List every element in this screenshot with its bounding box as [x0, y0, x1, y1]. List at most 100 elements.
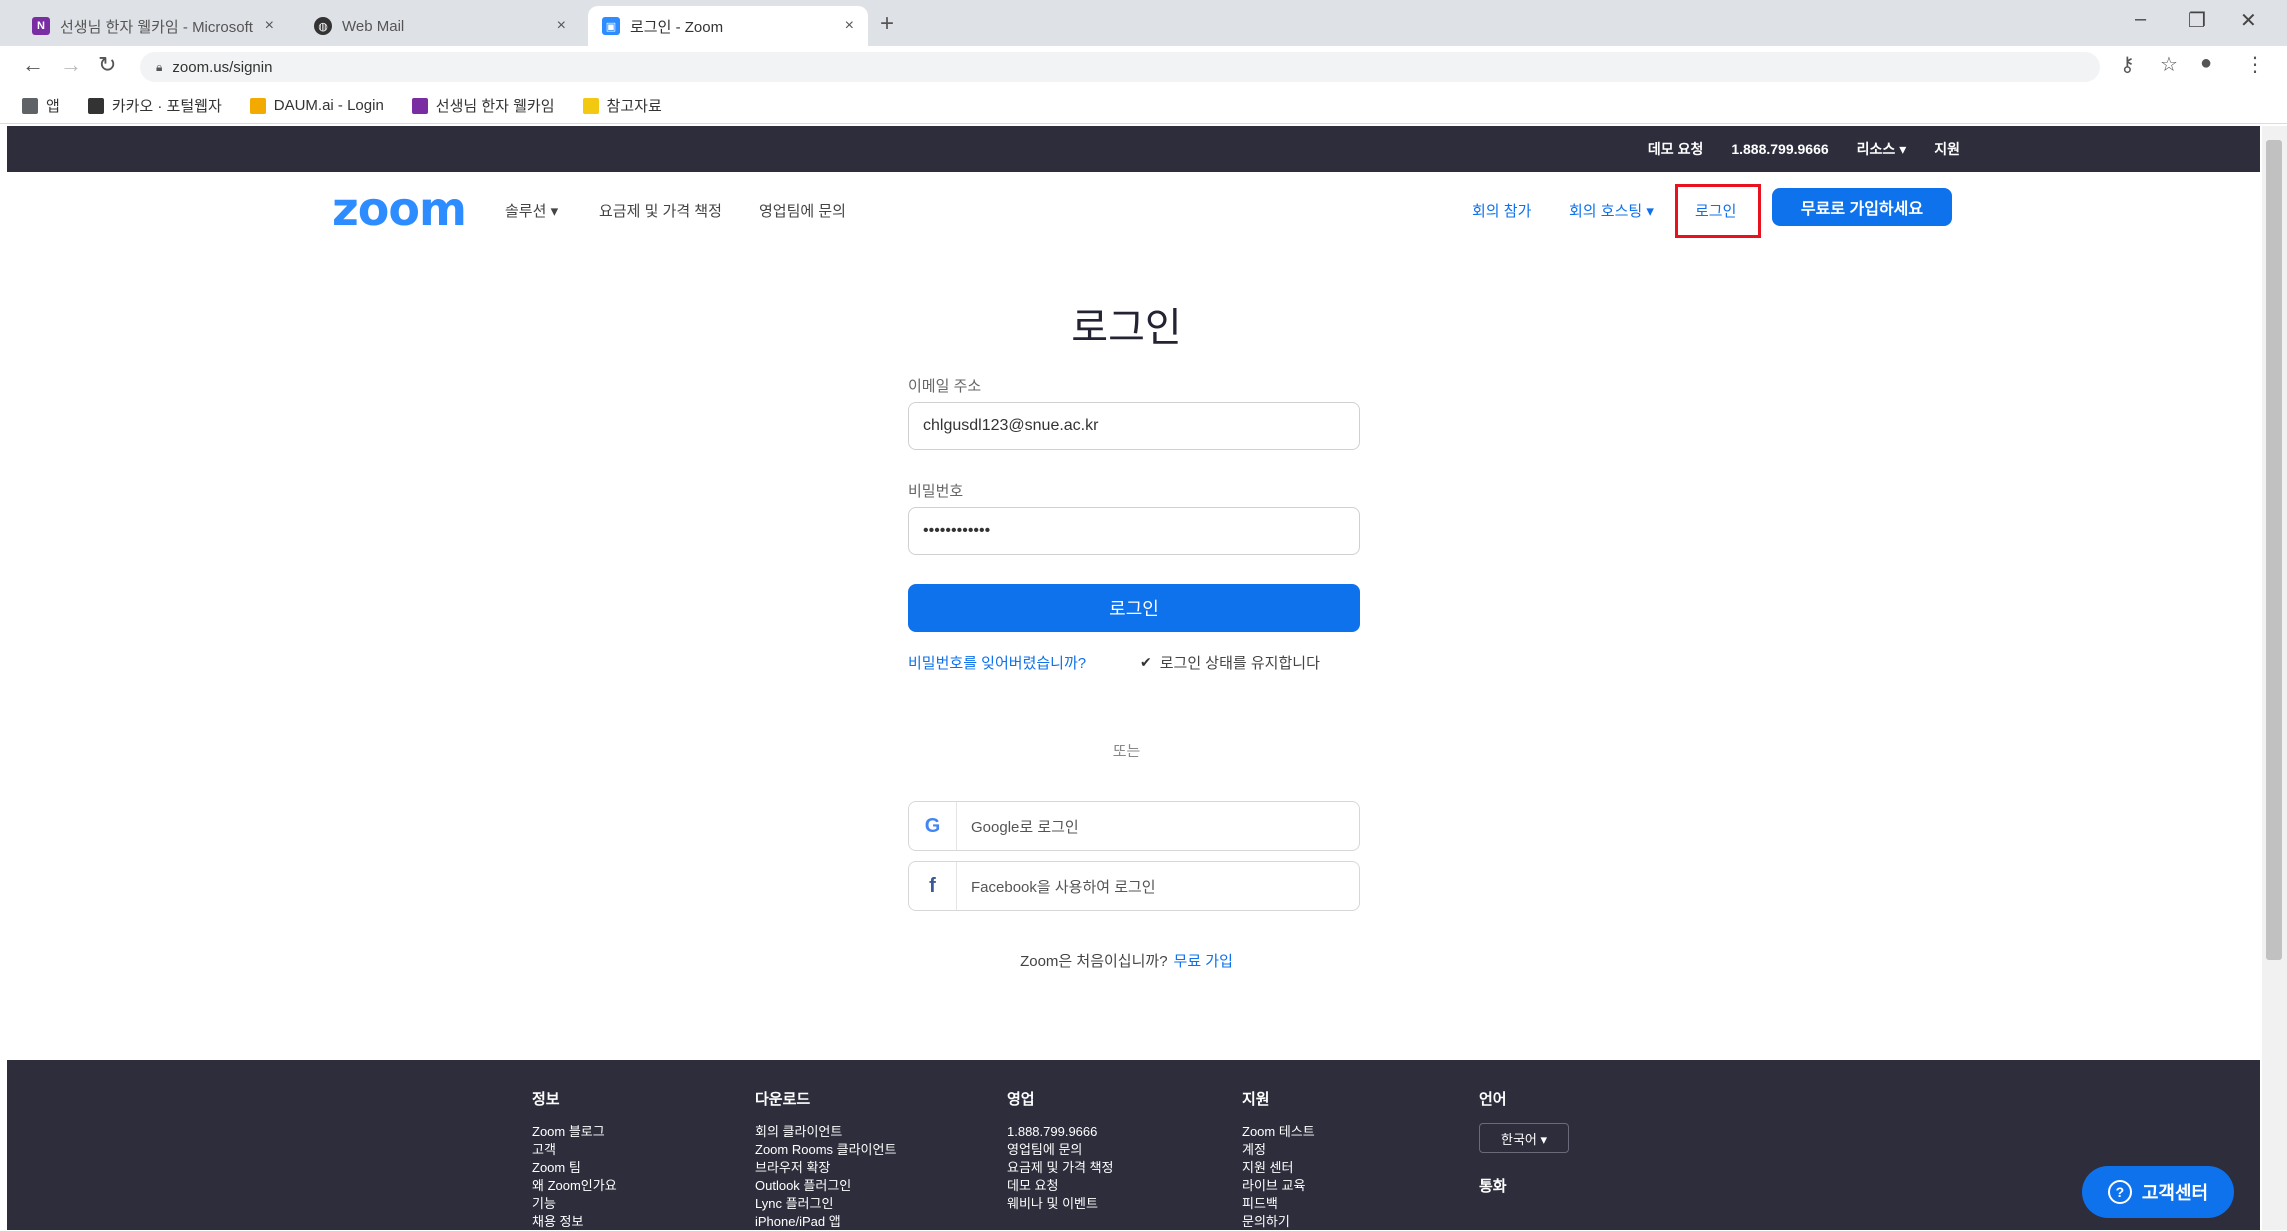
footer-heading: 다운로드: [755, 1091, 811, 1108]
footer-link[interactable]: 1.888.799.9666: [1007, 1123, 1114, 1141]
login-button[interactable]: 로그인: [908, 584, 1360, 632]
footer-link[interactable]: 문의하기: [1242, 1213, 1315, 1231]
close-tab-icon[interactable]: ×: [557, 17, 566, 35]
bookmark-label: 카카오 · 포털웹자: [111, 98, 222, 115]
reload-icon[interactable]: ↻: [98, 52, 116, 78]
url-input[interactable]: 🔒︎ zoom.us/signin: [140, 52, 2100, 82]
topbar-phone[interactable]: 1.888.799.9666: [1731, 141, 1828, 157]
footer-link[interactable]: 웨비나 및 이벤트: [1007, 1195, 1114, 1213]
browser-tab-2[interactable]: ◍ Web Mail ×: [300, 6, 580, 46]
footer-heading: 지원: [1242, 1091, 1270, 1108]
close-tab-icon[interactable]: ×: [265, 17, 274, 35]
password-label: 비밀번호: [908, 483, 964, 500]
help-button[interactable]: ? 고객센터: [2082, 1166, 2234, 1218]
footer-link[interactable]: 라이브 교육: [1242, 1177, 1315, 1195]
footer-column-about: 정보 Zoom 블로그 고객 Zoom 팀 왜 Zoom인가요 기능 채용 정보: [532, 1088, 617, 1231]
footer-link[interactable]: 브라우저 확장: [755, 1159, 896, 1177]
footer-column-download: 다운로드 회의 클라이언트 Zoom Rooms 클라이언트 브라우저 확장 O…: [755, 1088, 896, 1231]
back-arrow-icon[interactable]: ←: [22, 52, 44, 78]
footer-link[interactable]: 데모 요청: [1007, 1177, 1114, 1195]
stay-signed-in-checkbox[interactable]: ✔ 로그인 상태를 유지합니다: [1140, 652, 1320, 673]
nav-solutions[interactable]: 솔루션 ▾: [505, 200, 558, 221]
bookmark-apps[interactable]: 앱: [22, 95, 60, 116]
topbar-link-support[interactable]: 지원: [1934, 139, 1960, 159]
footer-link[interactable]: 채용 정보: [532, 1213, 617, 1231]
free-signup-link[interactable]: 무료 가입: [1174, 953, 1233, 970]
footer-column-support: 지원 Zoom 테스트 계정 지원 센터 라이브 교육 피드백 문의하기: [1242, 1088, 1315, 1231]
footer-link[interactable]: Zoom 테스트: [1242, 1123, 1315, 1141]
browser-tab-bar: N 선생님 한자 웰카임 - Microsoft × ◍ Web Mail × …: [0, 0, 2287, 46]
google-signin-button[interactable]: G Google로 로그인: [908, 801, 1360, 851]
language-select[interactable]: 한국어 ▾: [1479, 1123, 1569, 1153]
bookmarks-bar: 앱 카카오 · 포털웹자 DAUM.ai - Login 선생님 한자 웰카임 …: [0, 88, 2287, 124]
bookmark-icon: [249, 97, 266, 114]
footer-link[interactable]: Zoom 블로그: [532, 1123, 617, 1141]
footer-link[interactable]: 지원 센터: [1242, 1159, 1315, 1177]
bookmark-label: 참고자료: [606, 98, 662, 115]
onenote-icon: [411, 97, 428, 114]
google-label: Google로 로그인: [971, 818, 1079, 836]
footer-link[interactable]: 왜 Zoom인가요: [532, 1177, 617, 1195]
bookmark-item[interactable]: 선생님 한자 웰카임: [411, 95, 555, 116]
footer-link[interactable]: 영업팀에 문의: [1007, 1141, 1114, 1159]
bookmark-icon: [87, 97, 104, 114]
password-field[interactable]: ••••••••••••: [908, 507, 1360, 555]
footer-column-sales: 영업 1.888.799.9666 영업팀에 문의 요금제 및 가격 책정 데모…: [1007, 1088, 1114, 1213]
close-window-button[interactable]: ✕: [2240, 8, 2257, 33]
bookmark-item[interactable]: DAUM.ai - Login: [249, 97, 384, 114]
zoom-top-bar: 데모 요청 1.888.799.9666 리소스 ▾ 지원: [7, 126, 2260, 172]
profile-icon[interactable]: ●: [2200, 52, 2212, 75]
footer-link[interactable]: Zoom Rooms 클라이언트: [755, 1141, 896, 1159]
nav-pricing[interactable]: 요금제 및 가격 책정: [599, 200, 722, 221]
footer-link[interactable]: 계정: [1242, 1141, 1315, 1159]
nav-join-meeting[interactable]: 회의 참가: [1472, 200, 1531, 221]
forward-arrow-icon[interactable]: →: [60, 52, 82, 78]
nav-sign-in[interactable]: 로그인: [1695, 200, 1736, 221]
footer-link[interactable]: 회의 클라이언트: [755, 1123, 896, 1141]
minimize-button[interactable]: –: [2135, 8, 2146, 31]
footer-link[interactable]: Zoom 팀: [532, 1159, 617, 1177]
facebook-signin-button[interactable]: f Facebook을 사용하여 로그인: [908, 861, 1360, 911]
nav-host-meeting[interactable]: 회의 호스팅 ▾: [1569, 200, 1654, 221]
footer-link[interactable]: 고객: [532, 1141, 617, 1159]
stay-signed-in-label: 로그인 상태를 유지합니다: [1159, 655, 1320, 672]
footer-heading: 정보: [532, 1091, 560, 1108]
footer-column-language: 언어 한국어 ▾ 통화: [1479, 1088, 1569, 1210]
footer-link[interactable]: 기능: [532, 1195, 617, 1213]
footer-link[interactable]: iPhone/iPad 앱: [755, 1213, 896, 1231]
forgot-password-link[interactable]: 비밀번호를 잊어버렸습니까?: [908, 652, 1086, 673]
bookmark-item[interactable]: 카카오 · 포털웹자: [87, 95, 222, 116]
browser-tab-3-active[interactable]: ▣ 로그인 - Zoom ×: [588, 6, 868, 46]
key-icon[interactable]: ⚷: [2120, 52, 2135, 77]
email-field[interactable]: chlgusdl123@snue.ac.kr: [908, 402, 1360, 450]
zoom-logo[interactable]: zoom: [332, 182, 467, 236]
new-tab-button[interactable]: +: [880, 10, 894, 38]
tab-label: 로그인 - Zoom: [630, 18, 724, 36]
main-nav: zoom 솔루션 ▾ 요금제 및 가격 책정 영업팀에 문의 회의 참가 회의 …: [7, 172, 2260, 250]
zoom-favicon-icon: ▣: [602, 17, 620, 35]
topbar-link-resources[interactable]: 리소스 ▾: [1857, 139, 1907, 159]
or-divider: 또는: [1112, 743, 1141, 760]
page-title: 로그인: [1071, 306, 1182, 350]
email-value: chlgusdl123@snue.ac.kr: [923, 417, 1099, 434]
scrollbar-thumb[interactable]: [2266, 140, 2282, 960]
close-tab-icon[interactable]: ×: [845, 17, 854, 35]
restore-button[interactable]: ❐: [2188, 8, 2206, 33]
signup-button[interactable]: 무료로 가입하세요: [1772, 188, 1952, 226]
topbar-link-demo[interactable]: 데모 요청: [1648, 139, 1703, 159]
help-label: 고객센터: [2141, 1183, 2209, 1203]
nav-contact-sales[interactable]: 영업팀에 문의: [759, 200, 846, 221]
star-icon[interactable]: ☆: [2160, 52, 2178, 77]
browser-tab-1[interactable]: N 선생님 한자 웰카임 - Microsoft ×: [18, 6, 288, 46]
menu-kebab-icon[interactable]: ⋮: [2245, 52, 2265, 77]
footer-link[interactable]: Lync 플러그인: [755, 1195, 896, 1213]
tab-label: 선생님 한자 웰카임 - Microsoft: [60, 18, 253, 36]
folder-icon: [582, 97, 599, 114]
bookmark-item[interactable]: 참고자료: [582, 95, 662, 116]
footer-link[interactable]: 요금제 및 가격 책정: [1007, 1159, 1114, 1177]
facebook-label: Facebook을 사용하여 로그인: [971, 878, 1156, 896]
question-icon: ?: [2107, 1180, 2132, 1204]
footer-heading: 영업: [1007, 1091, 1035, 1108]
footer-link[interactable]: Outlook 플러그인: [755, 1177, 896, 1195]
footer-link[interactable]: 피드백: [1242, 1195, 1315, 1213]
